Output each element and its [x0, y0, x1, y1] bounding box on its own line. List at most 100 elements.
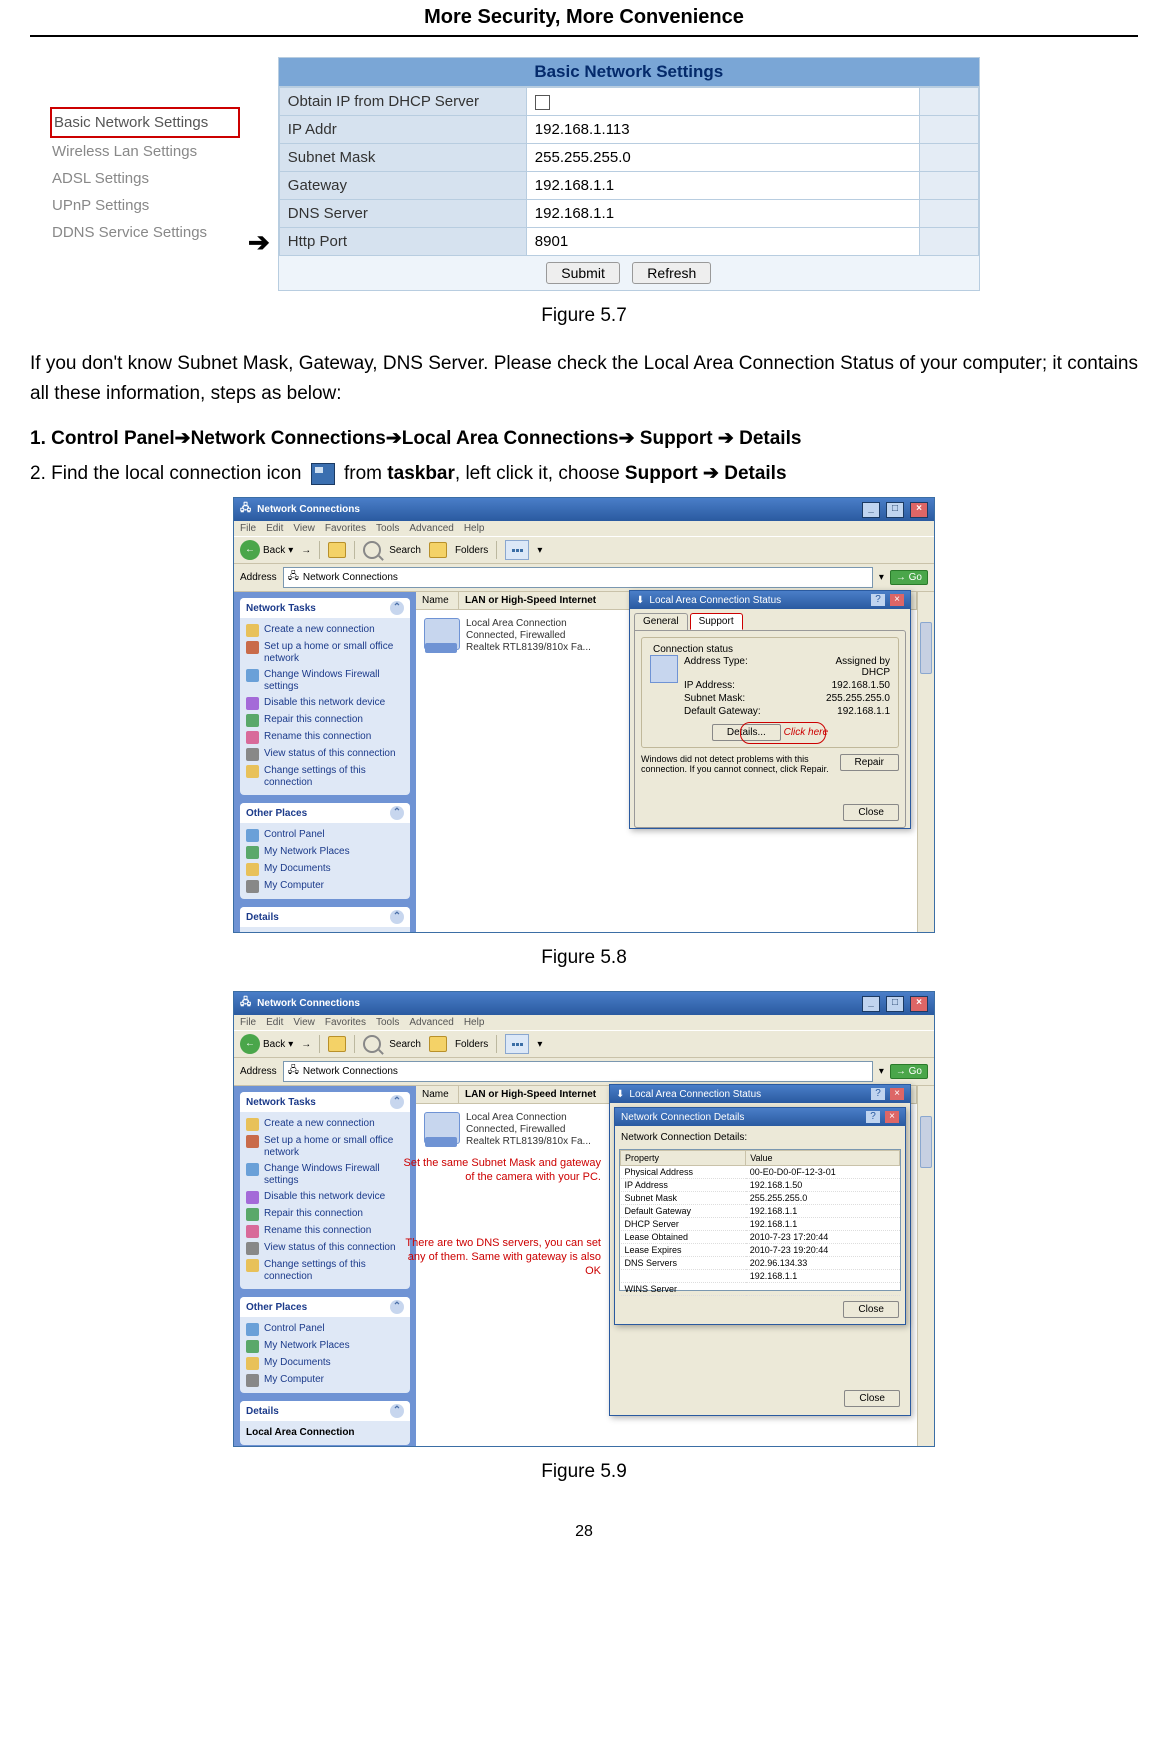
annotation-2: There are two DNS servers, you can set a… [401, 1236, 601, 1278]
val-port[interactable]: 8901 [526, 228, 919, 256]
lbl-dhcp: Obtain IP from DHCP Server [279, 88, 526, 116]
maximize-button[interactable]: □ [886, 502, 904, 518]
go-button[interactable]: → Go [890, 1064, 928, 1079]
figure-5-7-caption: Figure 5.7 [30, 305, 1138, 327]
network-tasks-list: Create a new connection Set up a home or… [240, 618, 410, 795]
connection-item[interactable]: Local Area ConnectionConnected, Firewall… [416, 1104, 632, 1156]
minimize-button[interactable]: _ [862, 502, 880, 518]
lbl-dns: DNS Server [279, 200, 526, 228]
address-bar: Address 🖧Network Connections ▾ → Go [234, 564, 934, 592]
details-dialog: Network Connection Details?× Network Con… [614, 1107, 906, 1325]
page-number: 28 [30, 1523, 1138, 1541]
val-subnet[interactable]: 255.255.255.0 [526, 144, 919, 172]
connection-item[interactable]: Local Area ConnectionConnected, Firewall… [416, 610, 632, 662]
nav-upnp[interactable]: UPnP Settings [50, 192, 240, 219]
tab-general[interactable]: General [634, 613, 688, 630]
status-close-btn[interactable]: Close [844, 1390, 900, 1407]
go-button[interactable]: → Go [890, 570, 928, 585]
toolbar: ←Back ▾ → Search Folders ▾ [234, 536, 934, 564]
view-button[interactable] [505, 1034, 529, 1054]
nav-ddns[interactable]: DDNS Service Settings [50, 219, 240, 246]
status-dialog: ⬇Local Area Connection Status?× General … [629, 590, 911, 829]
help-icon[interactable]: ? [871, 594, 885, 606]
val-dns[interactable]: 192.168.1.1 [526, 200, 919, 228]
nav-basic-network[interactable]: Basic Network Settings [50, 107, 240, 138]
maximize-button[interactable]: □ [886, 996, 904, 1012]
main-area: NameLAN or High-Speed Internet Local Are… [416, 1086, 917, 1446]
view-button[interactable] [505, 540, 529, 560]
search-icon[interactable] [363, 541, 381, 559]
fig-5-8-window: 🖧 Network Connections _ □ × FileEditView… [233, 497, 935, 933]
basic-network-panel: Basic Network Settings Obtain IP from DH… [278, 57, 980, 291]
dhcp-checkbox[interactable] [535, 95, 550, 110]
up-icon[interactable] [328, 542, 346, 558]
menubar[interactable]: FileEditViewFavoritesToolsAdvancedHelp [234, 521, 934, 536]
address-bar: Address 🖧Network Connections ▾ → Go [234, 1058, 934, 1086]
figure-5-8-caption: Figure 5.8 [30, 947, 1138, 969]
refresh-button[interactable]: Refresh [632, 262, 711, 284]
back-button[interactable]: ←Back ▾ [240, 540, 293, 560]
other-places-list: Control Panel My Network Places My Docum… [240, 823, 410, 899]
connection-icon [424, 618, 460, 650]
lbl-gateway: Gateway [279, 172, 526, 200]
val-gateway[interactable]: 192.168.1.1 [526, 172, 919, 200]
chevron-icon[interactable]: ⌃ [390, 1095, 404, 1109]
details-close-btn[interactable]: Close [843, 1301, 899, 1318]
minimize-button[interactable]: _ [862, 996, 880, 1012]
side-panel: Network Tasks⌃ Create a new connection S… [234, 592, 416, 932]
chevron-icon[interactable]: ⌃ [390, 601, 404, 615]
window-titlebar[interactable]: 🖧 Network Connections _ □ × [234, 498, 934, 521]
chevron-icon[interactable]: ⌃ [390, 1300, 404, 1314]
submit-button[interactable]: Submit [546, 262, 620, 284]
search-icon[interactable] [363, 1035, 381, 1053]
side-panel: Network Tasks⌃ Create a new connection S… [234, 1086, 416, 1446]
window-icon: 🖧 [240, 995, 251, 1012]
forward-button[interactable]: → [301, 545, 311, 556]
dialog-close-button[interactable]: × [890, 594, 904, 606]
forward-button[interactable]: → [301, 1039, 311, 1050]
details-close-button[interactable]: × [885, 1111, 899, 1123]
details-titlebar[interactable]: Network Connection Details?× [615, 1108, 905, 1126]
val-ip[interactable]: 192.168.1.113 [526, 116, 919, 144]
close-button[interactable]: × [910, 996, 928, 1012]
address-field[interactable]: 🖧Network Connections [283, 567, 873, 588]
figure-5-9-caption: Figure 5.9 [30, 1461, 1138, 1483]
folders-icon[interactable] [429, 542, 447, 558]
scrollbar[interactable] [917, 592, 934, 932]
address-field[interactable]: 🖧Network Connections [283, 1061, 873, 1082]
status-icon [650, 655, 678, 683]
lbl-subnet: Subnet Mask [279, 144, 526, 172]
step-1: 1. Control Panel➔Network Connections➔Loc… [30, 427, 1138, 450]
up-icon[interactable] [328, 1036, 346, 1052]
window-titlebar[interactable]: 🖧 Network Connections _ □ × [234, 992, 934, 1015]
window-icon: 🖧 [240, 501, 251, 518]
taskbar-connection-icon [311, 463, 335, 485]
toolbar: ←Back ▾ → Search Folders ▾ [234, 1030, 934, 1058]
fig-5-9-window: 🖧 Network Connections _ □ × FileEditView… [233, 991, 935, 1447]
help-icon[interactable]: ? [866, 1111, 880, 1123]
close-button[interactable]: × [910, 502, 928, 518]
back-button[interactable]: ←Back ▾ [240, 1034, 293, 1054]
panel-title: Basic Network Settings [279, 58, 979, 87]
chevron-icon[interactable]: ⌃ [390, 910, 404, 924]
arrow-icon: ➔ [248, 227, 270, 258]
window-title: Network Connections [257, 504, 360, 515]
tab-support[interactable]: Support [690, 613, 743, 630]
paragraph-1: If you don't know Subnet Mask, Gateway, … [30, 349, 1138, 409]
main-area: NameLAN or High-Speed Internet Local Are… [416, 592, 917, 932]
lbl-port: Http Port [279, 228, 526, 256]
chevron-icon[interactable]: ⌃ [390, 806, 404, 820]
lbl-ip: IP Addr [279, 116, 526, 144]
dialog-titlebar[interactable]: ⬇Local Area Connection Status?× [630, 591, 910, 609]
scrollbar[interactable] [917, 1086, 934, 1446]
close-button-dlg[interactable]: Close [843, 804, 899, 821]
nav-adsl[interactable]: ADSL Settings [50, 165, 240, 192]
details-table: PropertyValue Physical Address00-E0-D0-0… [619, 1149, 901, 1291]
status-dialog-bg: ⬇Local Area Connection Status?× Network … [609, 1084, 911, 1416]
settings-side-nav: Basic Network Settings Wireless Lan Sett… [50, 107, 240, 246]
menubar[interactable]: FileEditViewFavoritesToolsAdvancedHelp [234, 1015, 934, 1030]
nav-wireless[interactable]: Wireless Lan Settings [50, 138, 240, 165]
folders-icon[interactable] [429, 1036, 447, 1052]
chevron-icon[interactable]: ⌃ [390, 1404, 404, 1418]
repair-button[interactable]: Repair [840, 754, 899, 771]
